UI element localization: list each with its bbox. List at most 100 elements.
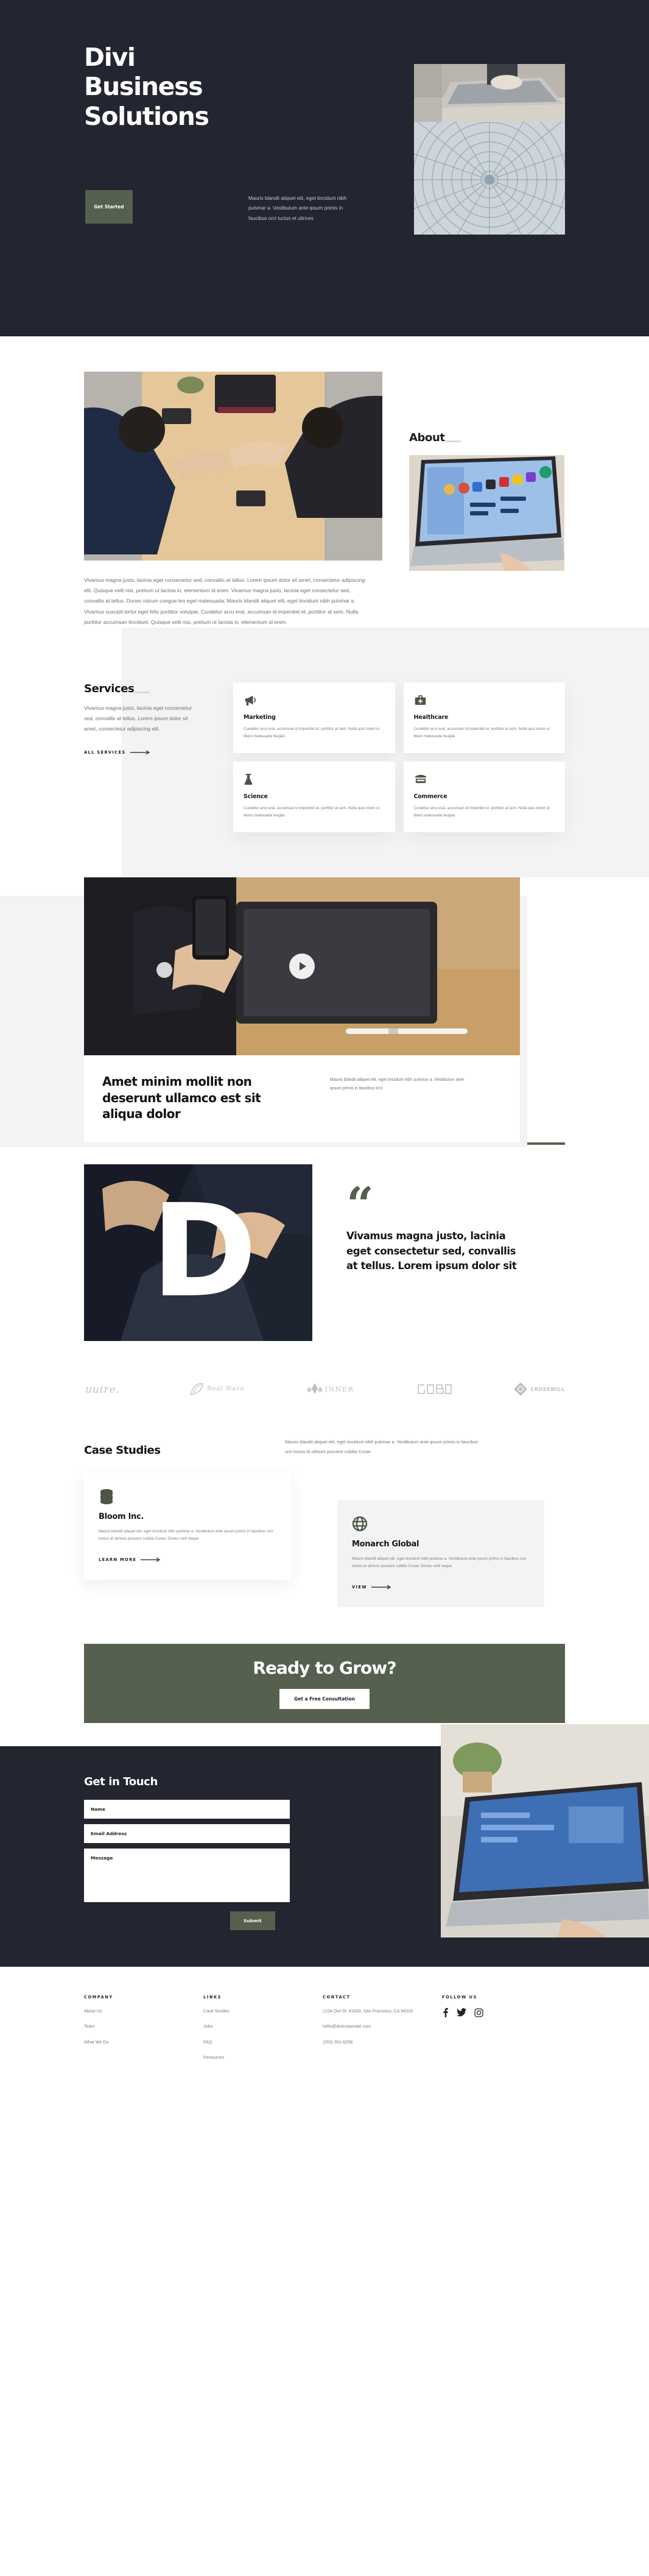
footer-column-title: LINKS — [203, 1995, 222, 2000]
footer-column-contact: CONTACT 1234 Divi St. #1000, San Francis… — [323, 1995, 442, 2069]
heading-underline — [134, 691, 150, 693]
footer-link-case-studies[interactable]: Case Studies — [203, 2008, 323, 2015]
real-wave-label: Real Wave — [206, 1385, 245, 1393]
feature-paragraph: Mauris blandit aliquet elit, eget tincid… — [330, 1078, 465, 1091]
learn-more-link[interactable]: LEARN MORE — [99, 1557, 161, 1562]
footer-column-title: COMPANY — [84, 1995, 113, 2000]
learn-more-label: LEARN MORE — [99, 1557, 137, 1563]
email-field[interactable] — [84, 1824, 290, 1844]
hero-section: Divi Business Solutions Get Started Maur… — [0, 0, 649, 336]
cta-section: Ready to Grow? Get a Free Consultation — [0, 1644, 649, 1724]
twitter-icon[interactable] — [457, 2008, 466, 2017]
case-study-title: Bloom Inc. — [99, 1512, 144, 1521]
crosswill-logo: CROSSWILL — [513, 1382, 565, 1396]
case-study-body: Mauris blandit aliquet elit, eget tincid… — [99, 1529, 273, 1541]
instagram-icon[interactable] — [474, 2008, 483, 2017]
hero-title-line-3: Solutions — [84, 101, 209, 131]
footer-link-team[interactable]: Team — [84, 2023, 203, 2030]
inner-logo: INNER — [306, 1382, 354, 1396]
contact-form[interactable]: Submit — [84, 1800, 309, 1931]
footer-link-faq[interactable]: FAQ — [203, 2039, 323, 2046]
case-study-card[interactable]: Bloom Inc. Mauris blandit aliquet elit, … — [84, 1472, 291, 1580]
about-handshake-image — [84, 372, 382, 561]
crosswill-label: CROSSWILL — [530, 1386, 565, 1392]
storefront-icon — [414, 773, 555, 785]
service-title: Healthcare — [413, 713, 449, 721]
testimonial-monogram: D — [151, 1177, 257, 1326]
arrow-right-icon — [371, 1585, 392, 1590]
logo-bar-section: uuire. Real Wave INNER CROSSWILL — [0, 1370, 649, 1421]
arrow-right-icon — [130, 749, 151, 755]
case-studies-heading: Case Studies — [84, 1444, 285, 1457]
feature-title: Amet minim mollit non deserunt ullamco e… — [102, 1074, 261, 1122]
free-consultation-button[interactable]: Get a Free Consultation — [279, 1689, 370, 1710]
footer-link-what-we-do[interactable]: What We Do — [84, 2039, 203, 2046]
footer-phone[interactable]: (255) 352-6258 — [323, 2039, 442, 2046]
hero-laptop-image — [414, 64, 565, 122]
case-studies-paragraph: Mauris blandit aliquet elit, eget tincid… — [285, 1439, 479, 1455]
flask-icon — [244, 773, 385, 785]
get-started-button[interactable]: Get Started — [85, 190, 133, 224]
about-heading-text: About — [409, 431, 445, 444]
wire-logo: uuire. — [84, 1381, 127, 1397]
arrow-right-icon — [141, 1557, 161, 1562]
all-services-link[interactable]: ALL SERVICES — [84, 750, 151, 755]
hero-paragraph: Mauris blandit aliquet elit, eget tincid… — [248, 196, 347, 221]
feature-text-block: Amet minim mollit non deserunt ullamco e… — [84, 1055, 520, 1143]
footer-column-title: FOLLOW US — [442, 1995, 477, 2000]
testimonial-image: D — [84, 1164, 312, 1342]
feature-section: Amet minim mollit non deserunt ullamco e… — [0, 877, 649, 1148]
message-field[interactable] — [84, 1849, 290, 1903]
contact-section: Get in Touch Submit — [0, 1724, 649, 1967]
facebook-icon[interactable] — [442, 2008, 449, 2018]
cta-heading: Ready to Grow? — [253, 1658, 396, 1679]
svg-text:uuire.: uuire. — [85, 1384, 120, 1396]
services-card-grid: Marketing Curabitur arcu erat, accumsan … — [233, 682, 565, 833]
service-card[interactable]: Marketing Curabitur arcu erat, accumsan … — [233, 682, 395, 754]
view-link[interactable]: VIEW — [352, 1585, 392, 1590]
service-body: Curabitur arcu erat, accumsan id imperdi… — [413, 806, 550, 818]
all-services-label: ALL SERVICES — [84, 749, 126, 755]
service-body: Curabitur arcu erat, accumsan id imperdi… — [244, 726, 380, 739]
footer-column-links: LINKS Case Studies Jobs FAQ Resources — [203, 1995, 323, 2069]
logo-bar: uuire. Real Wave INNER CROSSWILL — [84, 1370, 565, 1421]
service-card[interactable]: Science Curabitur arcu erat, accumsan id… — [233, 762, 395, 833]
case-study-card[interactable]: Monarch Global Mauris blandit aliquet el… — [337, 1499, 544, 1608]
contact-heading: Get in Touch — [84, 1775, 158, 1788]
footer-column-title: CONTACT — [323, 1995, 351, 2000]
service-card[interactable]: Commerce Curabitur arcu erat, accumsan i… — [403, 762, 565, 833]
case-study-body: Mauris blandit aliquet elit, eget tincid… — [352, 1556, 527, 1569]
globe-icon — [352, 1516, 530, 1532]
footer-link-jobs[interactable]: Jobs — [203, 2023, 323, 2030]
testimonial-quote: Vivamus magna justo, lacinia eget consec… — [346, 1230, 517, 1272]
site-footer: COMPANY About Us Team What We Do LINKS C… — [0, 1967, 649, 2094]
feature-video-image[interactable] — [84, 877, 520, 1056]
hero-pavement-image — [414, 122, 565, 235]
service-card[interactable]: Healthcare Curabitur arcu erat, accumsan… — [403, 682, 565, 754]
contact-laptop-image — [441, 1724, 649, 1938]
hero-title-line-1: Divi — [84, 43, 136, 72]
play-icon[interactable] — [289, 954, 315, 980]
footer-link-about-us[interactable]: About Us — [84, 2008, 203, 2015]
first-aid-kit-icon — [414, 694, 555, 706]
social-links — [442, 2008, 561, 2018]
services-paragraph: Vivamus magna justo, lacinia eget consec… — [84, 704, 192, 732]
service-body: Curabitur arcu erat, accumsan id imperdi… — [244, 806, 380, 818]
about-paragraph: Vivamus magna justo, lacinia eget consec… — [84, 577, 365, 625]
footer-column-follow: FOLLOW US — [442, 1995, 561, 2069]
view-label: VIEW — [352, 1585, 367, 1590]
service-title: Marketing — [244, 713, 276, 721]
services-section: Services Vivamus magna justo, lacinia eg… — [0, 627, 649, 878]
footer-address: 1234 Divi St. #1000, San Francisco, CA 9… — [323, 2008, 413, 2014]
landing-page: Divi Business Solutions Get Started Maur… — [0, 0, 649, 2094]
page-title: Divi Business Solutions — [84, 43, 209, 131]
megaphone-icon — [244, 694, 385, 706]
case-studies-heading-text: Case Studies — [84, 1443, 161, 1457]
about-heading: About — [409, 431, 461, 444]
submit-button[interactable]: Submit — [230, 1911, 275, 1931]
footer-link-resources[interactable]: Resources — [203, 2054, 323, 2061]
service-title: Science — [244, 793, 268, 801]
footer-email[interactable]: hello@divicorporate.com — [323, 2023, 442, 2030]
name-field[interactable] — [84, 1800, 290, 1819]
heading-underline — [444, 441, 461, 442]
